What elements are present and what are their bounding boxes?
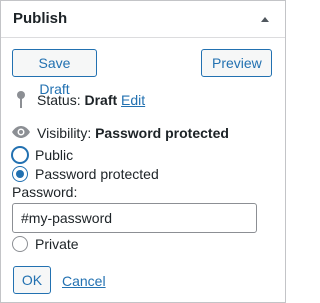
password-label: Password: — [12, 184, 78, 200]
save-draft-button[interactable]: Save Draft — [12, 49, 97, 97]
radio-password-protected-label: Password protected — [35, 166, 159, 182]
panel-title: Publish — [13, 10, 68, 27]
publish-panel: Publish Save Draft Preview Status: Draft… — [0, 0, 286, 303]
radio-public-label: Public — [35, 147, 74, 163]
cancel-link[interactable]: Cancel — [62, 273, 106, 289]
preview-button[interactable]: Preview — [201, 49, 272, 77]
eye-icon — [11, 124, 31, 143]
status-value: Draft — [84, 92, 118, 108]
status-edit-link[interactable]: Edit — [121, 92, 145, 108]
visibility-value: Password protected — [95, 125, 229, 141]
status-label: Status: — [37, 92, 81, 108]
panel-header[interactable]: Publish — [1, 1, 285, 38]
radio-private-button[interactable] — [12, 236, 28, 252]
visibility-label: Visibility: — [37, 125, 92, 141]
radio-public-button[interactable] — [12, 147, 28, 163]
radio-password-protected-button[interactable] — [12, 166, 28, 182]
pin-icon — [15, 90, 27, 113]
triangle-up-icon[interactable] — [255, 9, 275, 29]
radio-private-label: Private — [35, 236, 79, 252]
ok-button[interactable]: OK — [13, 266, 51, 294]
password-input[interactable] — [12, 203, 257, 233]
